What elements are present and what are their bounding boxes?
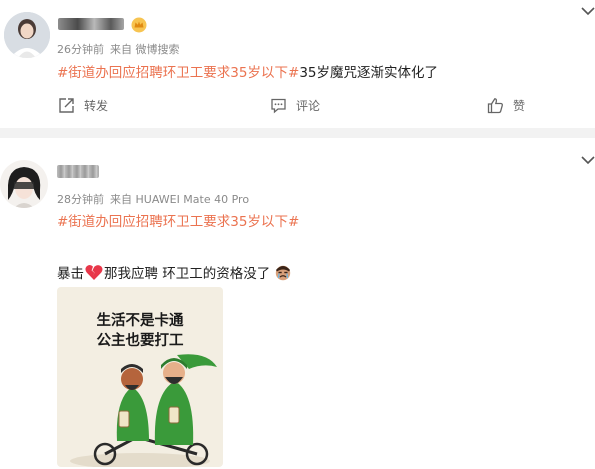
post-divider: [0, 128, 595, 138]
like-button[interactable]: 赞: [487, 92, 525, 118]
vip-crown-icon[interactable]: [131, 17, 147, 33]
thumbs-up-icon: [487, 97, 503, 113]
chevron-down-icon[interactable]: [580, 154, 595, 166]
action-bar: 转发 评论 赞: [0, 92, 595, 118]
avatar[interactable]: [0, 160, 48, 208]
avatar-photo: [4, 12, 50, 58]
image-caption-line-2: 公主也要打工: [96, 333, 184, 349]
weibo-post-1: 26分钟前 来自 微博搜索 #街道办回应招聘环卫工要求35岁以下#35岁魔咒逐渐实…: [0, 0, 595, 128]
username-redacted[interactable]: [57, 165, 99, 178]
post-image[interactable]: 生活不是卡通 公主也要打工: [57, 287, 223, 467]
chevron-down-icon[interactable]: [580, 5, 595, 17]
post-text: 35岁魔咒逐渐实体化了: [299, 65, 438, 81]
repost-icon: [59, 97, 74, 113]
post-time[interactable]: 26分钟前: [57, 43, 104, 56]
crying-face-icon: [276, 265, 291, 281]
image-caption-line-1: 生活不是卡通: [96, 313, 184, 329]
broken-heart-icon: [85, 264, 103, 280]
post-meta: 26分钟前 来自 微博搜索: [57, 41, 186, 57]
topic-link[interactable]: #街道办回应招聘环卫工要求35岁以下#: [57, 65, 299, 81]
cartoon-illustration: [70, 354, 217, 467]
topic-link[interactable]: #街道办回应招聘环卫工要求35岁以下#: [57, 214, 299, 230]
weibo-post-2: 28分钟前 来自 HUAWEI Mate 40 Pro #街道办回应招聘环卫工要求…: [0, 138, 595, 469]
comment-icon: [271, 98, 286, 113]
username-redacted[interactable]: [58, 18, 124, 30]
repost-button[interactable]: 转发: [58, 92, 108, 118]
avatar[interactable]: [4, 12, 50, 58]
avatar-photo: [0, 160, 48, 208]
comment-button[interactable]: 评论: [270, 92, 320, 118]
post-content: #街道办回应招聘环卫工要求35岁以下#35岁魔咒逐渐实体化了: [57, 61, 438, 81]
post-text-body: 那我应聘 环卫工的资格没了: [104, 266, 271, 282]
post-text: 暴击 那我应聘 环卫工的资格没了: [57, 262, 292, 282]
comment-label: 评论: [296, 98, 321, 113]
post-text-prefix: 暴击: [57, 266, 84, 282]
post-time[interactable]: 28分钟前: [57, 193, 104, 206]
repost-label: 转发: [84, 98, 109, 113]
post-source: 来自 HUAWEI Mate 40 Pro: [110, 193, 250, 206]
topic-line: #街道办回应招聘环卫工要求35岁以下#: [57, 210, 299, 230]
post-source: 来自 微博搜索: [110, 43, 180, 56]
like-label: 赞: [513, 98, 526, 113]
post-meta: 28分钟前 来自 HUAWEI Mate 40 Pro: [57, 191, 255, 207]
